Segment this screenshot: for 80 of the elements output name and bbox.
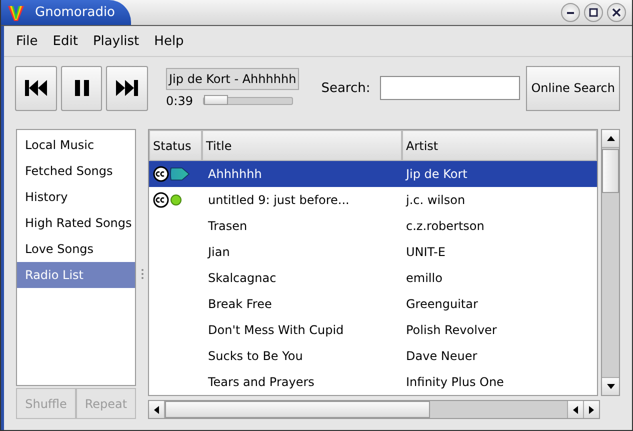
artist-cell-text: Jip de Kort bbox=[404, 167, 468, 181]
title-cell-text: untitled 9: just before... bbox=[207, 193, 350, 207]
title-cell-text: Skalcagnac bbox=[207, 271, 278, 285]
artist-cell-text: UNIT-E bbox=[405, 245, 446, 259]
sidebar-item[interactable]: Fetched Songs bbox=[17, 158, 135, 184]
pause-icon bbox=[74, 79, 90, 97]
song-row[interactable]: Jian UNIT-E bbox=[149, 239, 597, 265]
status-dot-icon bbox=[170, 194, 182, 206]
close-button[interactable] bbox=[607, 3, 626, 22]
column-header[interactable]: Title bbox=[202, 130, 402, 161]
horizontal-scrollbar[interactable] bbox=[148, 400, 600, 419]
right-arrow-icon bbox=[589, 406, 594, 414]
vertical-scrollbar[interactable] bbox=[601, 129, 620, 396]
song-row[interactable]: Break Free Greenguitar bbox=[149, 291, 597, 317]
artist-cell-text: j.c. wilson bbox=[404, 193, 466, 207]
sidebar-item[interactable]: High Rated Songs bbox=[17, 210, 135, 236]
left-arrow-icon bbox=[154, 406, 159, 414]
up-arrow-icon bbox=[606, 136, 614, 141]
title-cell-text: Ahhhhhh bbox=[207, 167, 263, 181]
title-cell-text: Don't Mess With Cupid bbox=[207, 323, 345, 337]
scroll-right-button[interactable] bbox=[583, 401, 599, 418]
search-label: Search: bbox=[321, 80, 370, 96]
scroll-up-button[interactable] bbox=[602, 130, 619, 148]
title-cell-text: Break Free bbox=[207, 297, 273, 311]
artist-cell-text: emillo bbox=[405, 271, 444, 285]
play-pause-button[interactable] bbox=[60, 66, 102, 110]
next-button[interactable] bbox=[106, 66, 148, 110]
sidebar-item[interactable]: Local Music bbox=[17, 132, 135, 158]
playing-arrow-icon bbox=[170, 166, 190, 182]
title-cell-text: Sucks to Be You bbox=[207, 349, 304, 363]
title-cell-text: Jian bbox=[206, 245, 231, 259]
maximize-button[interactable] bbox=[584, 3, 603, 22]
search-field[interactable] bbox=[380, 76, 520, 100]
artist-cell-text: Greenguitar bbox=[405, 297, 479, 311]
slider-thumb[interactable] bbox=[204, 95, 228, 105]
previous-button[interactable] bbox=[15, 66, 57, 110]
left-arrow-icon bbox=[573, 406, 578, 414]
scroll-left-button[interactable] bbox=[149, 401, 165, 418]
title-cell-text: Trasen bbox=[207, 219, 248, 233]
elapsed-time: 0:39 bbox=[166, 94, 193, 108]
song-row[interactable]: Ahhhhhh Jip de Kort bbox=[149, 161, 597, 187]
scroll-thumb[interactable] bbox=[602, 149, 619, 193]
minimize-button[interactable] bbox=[561, 3, 580, 22]
song-row[interactable]: Tears and Prayers Infinity Plus One bbox=[149, 369, 597, 395]
artist-cell-text: Dave Neuer bbox=[405, 349, 478, 363]
sidebar-item[interactable]: Love Songs bbox=[17, 236, 135, 262]
song-row[interactable]: untitled 9: just before... j.c. wilson bbox=[149, 187, 597, 213]
title-cell-text: Tears and Prayers bbox=[207, 375, 316, 389]
down-arrow-icon bbox=[606, 384, 614, 389]
seek-slider[interactable] bbox=[202, 97, 293, 105]
menu-item[interactable]: File bbox=[16, 34, 38, 48]
online-search-button[interactable]: Online Search bbox=[526, 66, 620, 110]
scroll-left-button[interactable] bbox=[567, 401, 583, 418]
cc-icon bbox=[153, 166, 169, 182]
menu-item[interactable]: Playlist bbox=[92, 34, 140, 48]
menu-item[interactable]: Help bbox=[154, 34, 184, 48]
now-playing-label: Jip de Kort - Ahhhhhh bbox=[166, 68, 300, 90]
song-row[interactable]: Skalcagnac emillo bbox=[149, 265, 597, 291]
sidebar-item[interactable]: History bbox=[17, 184, 135, 210]
sidebar-item[interactable]: Radio List bbox=[17, 262, 135, 288]
window-title: Gnomoradio bbox=[35, 5, 116, 20]
rainbow-logo-icon bbox=[7, 4, 25, 22]
artist-cell-text: Infinity Plus One bbox=[405, 375, 505, 389]
artist-cell-text: Polish Revolver bbox=[405, 323, 498, 337]
previous-icon bbox=[24, 79, 48, 97]
scroll-thumb[interactable] bbox=[165, 401, 430, 418]
maximize-icon bbox=[589, 8, 598, 17]
song-row[interactable]: Trasen c.z.robertson bbox=[149, 213, 597, 239]
next-icon bbox=[115, 79, 140, 97]
column-header[interactable]: Status bbox=[149, 130, 202, 161]
song-row[interactable]: Sucks to Be You Dave Neuer bbox=[149, 343, 597, 369]
menu-item[interactable]: Edit bbox=[52, 34, 78, 48]
cc-icon bbox=[153, 192, 169, 208]
minimize-icon bbox=[567, 12, 574, 14]
artist-cell-text: c.z.robertson bbox=[405, 219, 486, 233]
close-icon bbox=[612, 8, 621, 17]
column-header[interactable]: Artist bbox=[402, 130, 597, 161]
song-row[interactable]: Don't Mess With Cupid Polish Revolver bbox=[149, 317, 597, 343]
splitter-grip-icon bbox=[140, 268, 144, 280]
scroll-down-button[interactable] bbox=[602, 377, 619, 395]
